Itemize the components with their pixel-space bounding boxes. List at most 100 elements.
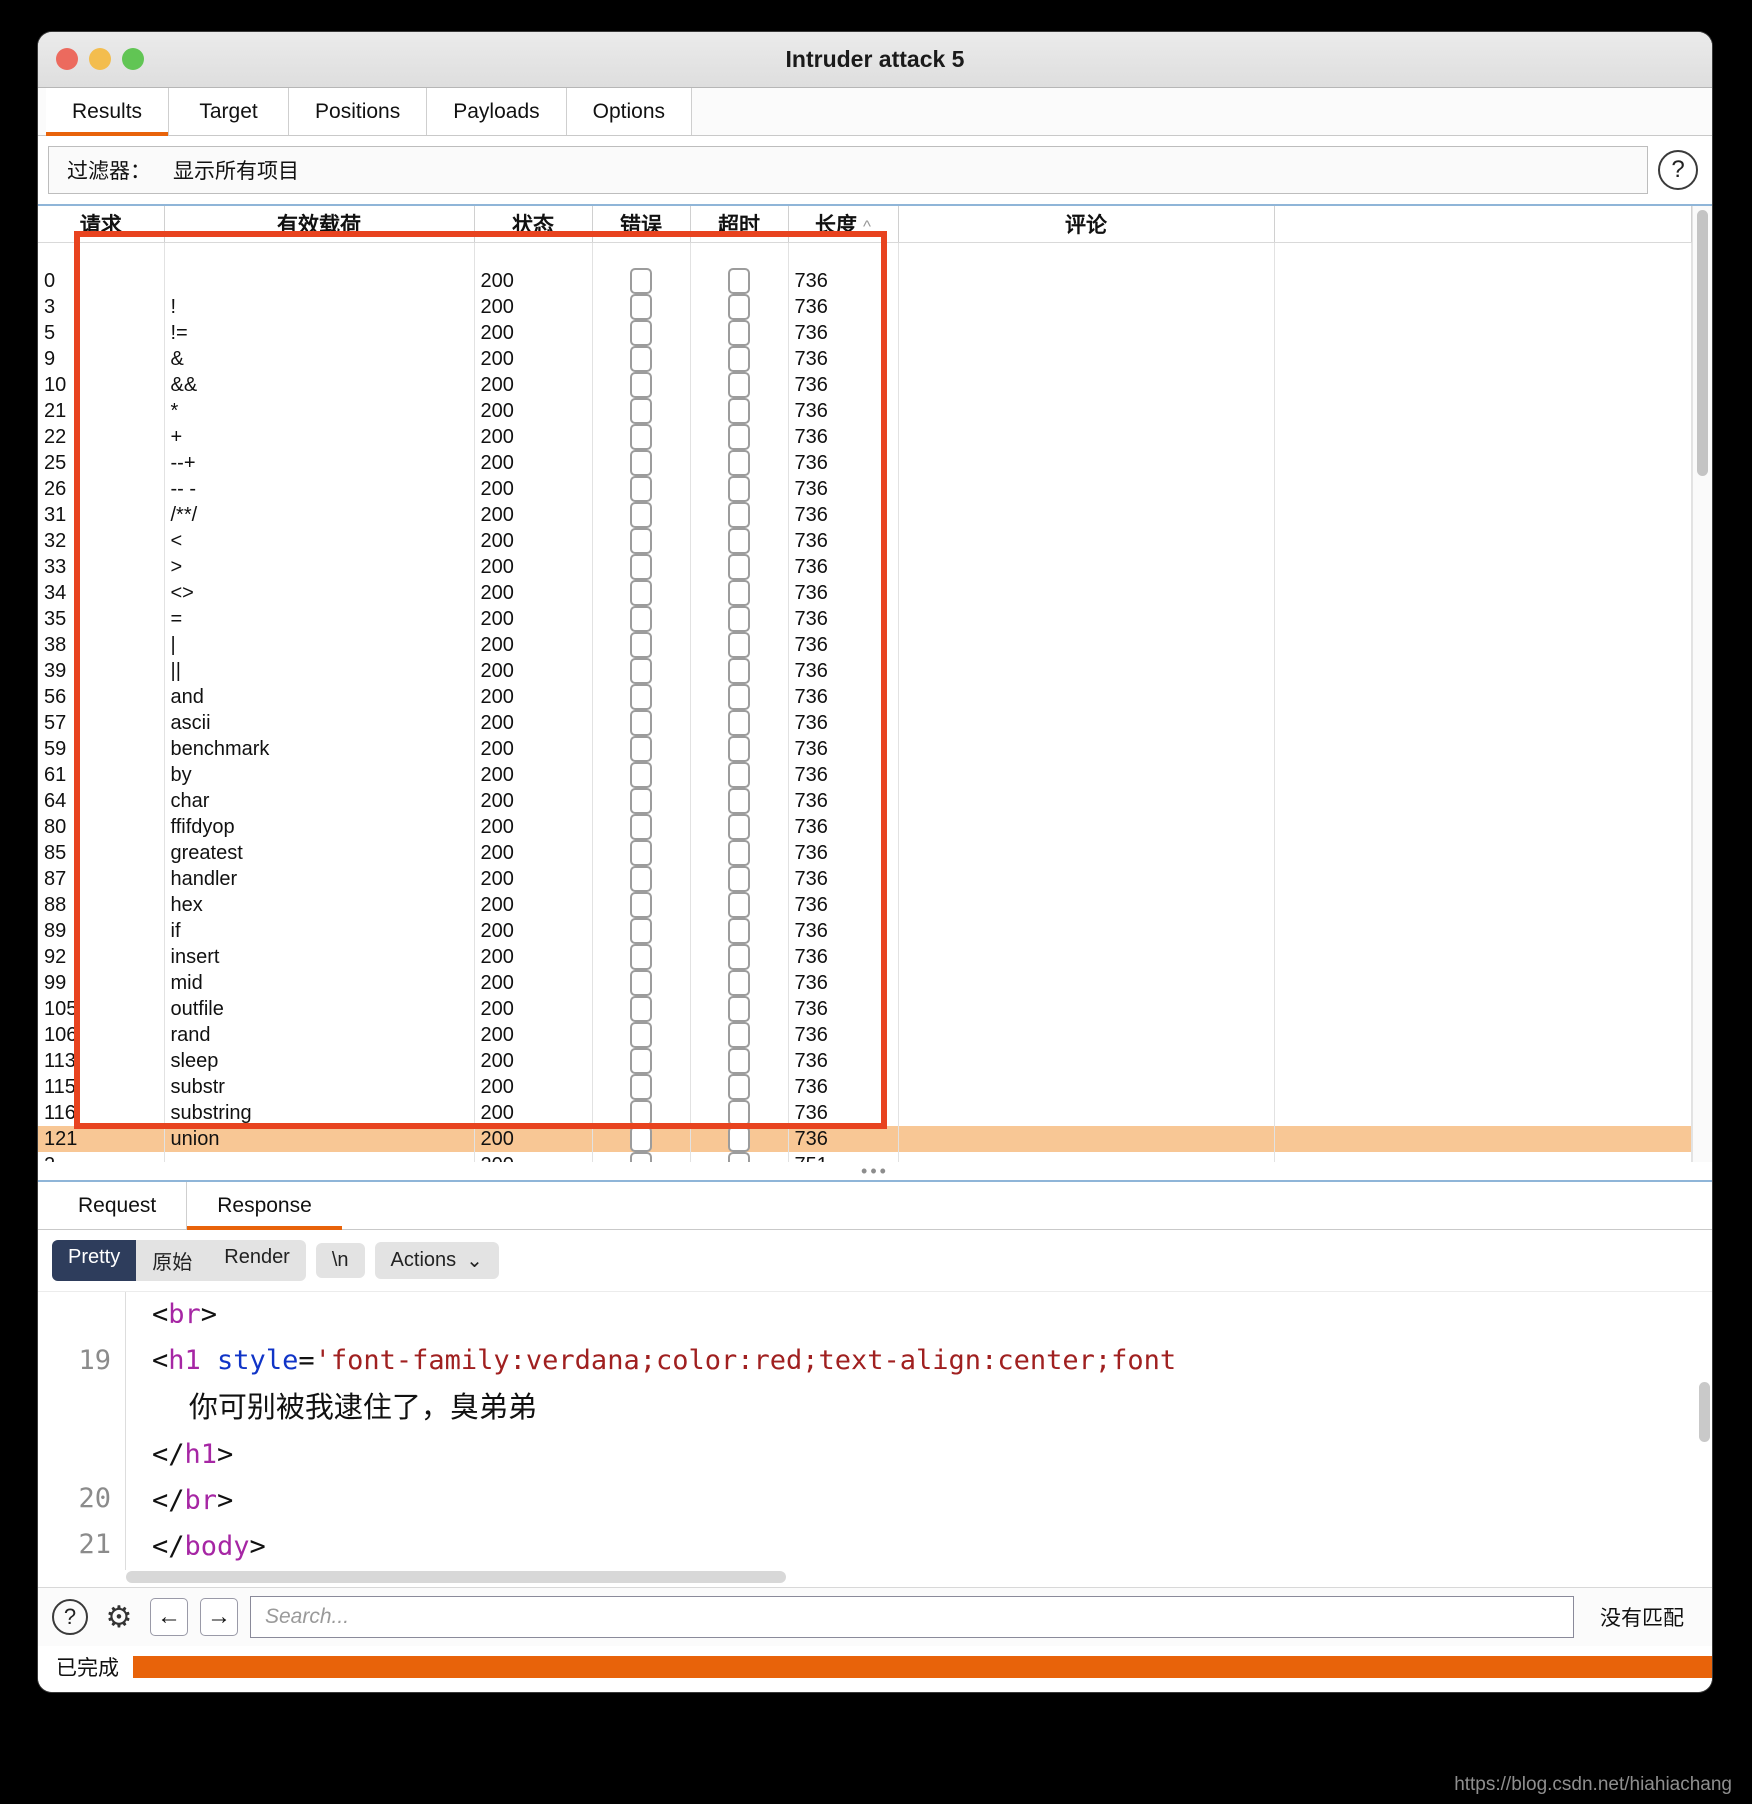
table-row[interactable]: 25 --+ 200 736 <box>38 450 1692 476</box>
table-row[interactable]: 92 insert 200 736 <box>38 944 1692 970</box>
gear-icon[interactable]: ⚙ <box>100 1598 138 1636</box>
table-row[interactable]: 85 greatest 200 736 <box>38 840 1692 866</box>
cell-comment[interactable] <box>898 1048 1275 1074</box>
table-row[interactable]: 22 +200 736 <box>38 424 1692 450</box>
cell-comment[interactable] <box>898 684 1275 710</box>
tab-results[interactable]: Results <box>46 88 170 136</box>
cell-comment[interactable] <box>898 320 1275 346</box>
table-row[interactable]: 10 && 200 736 <box>38 372 1692 398</box>
table-row[interactable]: 26 -- -200 736 <box>38 476 1692 502</box>
table-row[interactable]: 21 * 200 736 <box>38 398 1692 424</box>
cell-comment[interactable] <box>898 762 1275 788</box>
error-checkbox[interactable] <box>630 684 652 710</box>
error-checkbox[interactable] <box>630 970 652 996</box>
cell-comment[interactable] <box>898 502 1275 528</box>
table-row[interactable]: 106 rand 200 736 <box>38 1022 1692 1048</box>
timeout-checkbox[interactable] <box>728 606 750 632</box>
table-row[interactable]: 88 hex 200 736 <box>38 892 1692 918</box>
timeout-checkbox[interactable] <box>728 346 750 372</box>
panel-splitter[interactable]: ••• <box>38 1161 1712 1182</box>
cell-comment[interactable] <box>898 892 1275 918</box>
cell-comment[interactable] <box>898 398 1275 424</box>
table-row[interactable]: 121 union 200 736 <box>38 1126 1692 1152</box>
cell-comment[interactable] <box>898 840 1275 866</box>
timeout-checkbox[interactable] <box>728 320 750 346</box>
timeout-checkbox[interactable] <box>728 268 750 294</box>
cell-comment[interactable] <box>898 1074 1275 1100</box>
cell-comment[interactable] <box>898 346 1275 372</box>
timeout-checkbox[interactable] <box>728 632 750 658</box>
timeout-checkbox[interactable] <box>728 970 750 996</box>
error-checkbox[interactable] <box>630 606 652 632</box>
cell-comment[interactable] <box>898 372 1275 398</box>
timeout-checkbox[interactable] <box>728 892 750 918</box>
error-checkbox[interactable] <box>630 892 652 918</box>
error-checkbox[interactable] <box>630 450 652 476</box>
error-checkbox[interactable] <box>630 736 652 762</box>
column-header-length[interactable]: 长度 ^ <box>788 206 899 243</box>
help-icon[interactable]: ? <box>1658 150 1698 190</box>
table-row[interactable]: 59 benchmark 200 736 <box>38 736 1692 762</box>
error-checkbox[interactable] <box>630 1074 652 1100</box>
timeout-checkbox[interactable] <box>728 658 750 684</box>
error-checkbox[interactable] <box>630 580 652 606</box>
table-row[interactable]: 2 200 751 <box>38 1152 1692 1162</box>
column-header-extra[interactable] <box>1274 206 1692 243</box>
timeout-checkbox[interactable] <box>728 840 750 866</box>
error-checkbox[interactable] <box>630 398 652 424</box>
error-checkbox[interactable] <box>630 840 652 866</box>
table-row[interactable]: 105 outfile 200 736 <box>38 996 1692 1022</box>
error-checkbox[interactable] <box>630 1022 652 1048</box>
results-vertical-scrollbar[interactable] <box>1692 206 1712 1162</box>
code-content[interactable]: <br> <h1 style='font-family:verdana;color… <box>126 1292 1176 1570</box>
tab-options[interactable]: Options <box>566 88 693 135</box>
tab-payloads[interactable]: Payloads <box>427 88 567 135</box>
error-checkbox[interactable] <box>630 814 652 840</box>
cell-comment[interactable] <box>898 918 1275 944</box>
timeout-checkbox[interactable] <box>728 580 750 606</box>
error-checkbox[interactable] <box>630 372 652 398</box>
cell-comment[interactable] <box>898 658 1275 684</box>
error-checkbox[interactable] <box>630 918 652 944</box>
timeout-checkbox[interactable] <box>728 996 750 1022</box>
table-row[interactable]: 34 <> 200 736 <box>38 580 1692 606</box>
tab-positions[interactable]: Positions <box>289 88 428 135</box>
tab-request[interactable]: Request <box>48 1182 188 1229</box>
timeout-checkbox[interactable] <box>728 424 750 450</box>
table-row[interactable]: 35 = 200 736 <box>38 606 1692 632</box>
timeout-checkbox[interactable] <box>728 944 750 970</box>
timeout-checkbox[interactable] <box>728 1100 750 1126</box>
error-checkbox[interactable] <box>630 268 652 294</box>
error-checkbox[interactable] <box>630 788 652 814</box>
timeout-checkbox[interactable] <box>728 398 750 424</box>
cell-comment[interactable] <box>898 944 1275 970</box>
error-checkbox[interactable] <box>630 502 652 528</box>
error-checkbox[interactable] <box>630 476 652 502</box>
column-header-error[interactable]: 错误 <box>592 206 691 243</box>
table-row[interactable]: 31/**/200 736 <box>38 502 1692 528</box>
cell-comment[interactable] <box>898 294 1275 320</box>
editor-vertical-scrollbar-thumb[interactable] <box>1699 1382 1710 1442</box>
actions-button[interactable]: Actions ⌄ <box>374 1242 499 1279</box>
timeout-checkbox[interactable] <box>728 528 750 554</box>
cell-comment[interactable] <box>898 788 1275 814</box>
column-header-request[interactable]: 请求 <box>38 206 165 243</box>
timeout-checkbox[interactable] <box>728 1126 750 1152</box>
error-checkbox[interactable] <box>630 346 652 372</box>
timeout-checkbox[interactable] <box>728 762 750 788</box>
timeout-checkbox[interactable] <box>728 502 750 528</box>
table-row[interactable]: 32 <200 736 <box>38 528 1692 554</box>
cell-comment[interactable] <box>898 1100 1275 1126</box>
cell-comment[interactable] <box>898 424 1275 450</box>
table-row[interactable]: 3! 200 736 <box>38 294 1692 320</box>
timeout-checkbox[interactable] <box>728 684 750 710</box>
timeout-checkbox[interactable] <box>728 1074 750 1100</box>
table-row[interactable]: 87 handler 200 736 <box>38 866 1692 892</box>
timeout-checkbox[interactable] <box>728 372 750 398</box>
error-checkbox[interactable] <box>630 996 652 1022</box>
cell-comment[interactable] <box>898 970 1275 996</box>
error-checkbox[interactable] <box>630 658 652 684</box>
newline-toggle-button[interactable]: \n <box>315 1243 365 1278</box>
timeout-checkbox[interactable] <box>728 710 750 736</box>
search-input[interactable]: Search... <box>250 1596 1574 1638</box>
